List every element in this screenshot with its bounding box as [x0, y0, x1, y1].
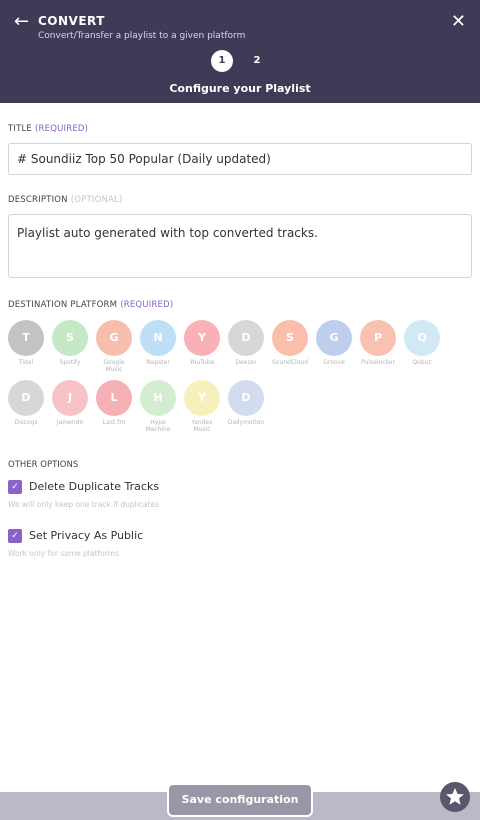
- platform-name: Napster: [146, 359, 170, 366]
- modal-title: CONVERT: [38, 14, 105, 28]
- platform-name: Groove: [323, 359, 345, 366]
- description-label-text: DESCRIPTION: [8, 195, 68, 205]
- step-indicator: 1 2: [0, 50, 480, 72]
- platform-circle: Y: [184, 320, 220, 356]
- description-textarea[interactable]: Playlist auto generated with top convert…: [8, 214, 472, 278]
- destination-label-text: DESTINATION PLATFORM: [8, 300, 118, 310]
- platform-qobuz[interactable]: Q Qobuz: [402, 320, 442, 366]
- platform-circle: H: [140, 380, 176, 416]
- delete-duplicates-checkbox[interactable]: ✓: [8, 480, 22, 494]
- other-options-label: OTHER OPTIONS: [8, 460, 79, 470]
- platform-deezer[interactable]: D Deezer: [226, 320, 266, 366]
- platform-circle: S: [52, 320, 88, 356]
- platform-yandex-music[interactable]: Y Yandex Music: [182, 380, 222, 433]
- title-label: TITLE (REQUIRED): [8, 124, 88, 134]
- star-svg: [446, 788, 464, 805]
- platform-name: Hype Machine: [145, 419, 171, 433]
- platform-circle: N: [140, 320, 176, 356]
- platform-dailymotion[interactable]: D Dailymotion: [226, 380, 266, 426]
- back-arrow-icon[interactable]: ←: [14, 12, 29, 32]
- platform-name: Pulselocker: [361, 359, 395, 366]
- close-icon[interactable]: ✕: [451, 12, 466, 32]
- platform-name: SoundCloud: [271, 359, 309, 366]
- platform-circle: G: [316, 320, 352, 356]
- star-badge-icon[interactable]: [440, 782, 470, 812]
- step-title: Configure your Playlist: [169, 82, 311, 95]
- platform-name: Jamendo: [56, 419, 84, 426]
- privacy-public-checkbox[interactable]: ✓: [8, 529, 22, 543]
- platform-name: Qobuz: [412, 359, 432, 366]
- platform-circle: Q: [404, 320, 440, 356]
- platform-discogs[interactable]: D Discogs: [6, 380, 46, 426]
- platform-circle: S: [272, 320, 308, 356]
- description-optional-tag: (OPTIONAL): [70, 195, 123, 205]
- platform-name: Yandex Music: [191, 419, 213, 433]
- platform-spotify[interactable]: S Spotify: [50, 320, 90, 366]
- privacy-public-hint: Work only for some platforms: [8, 549, 119, 558]
- platform-name: Discogs: [14, 419, 38, 426]
- platform-hype-machine[interactable]: H Hype Machine: [138, 380, 178, 433]
- platform-circle: T: [8, 320, 44, 356]
- title-label-text: TITLE: [8, 124, 32, 134]
- destination-label: DESTINATION PLATFORM (REQUIRED): [8, 300, 173, 310]
- privacy-public-label[interactable]: Set Privacy As Public: [29, 529, 143, 542]
- platform-napster[interactable]: N Napster: [138, 320, 178, 366]
- platform-name: Dailymotion: [227, 419, 265, 426]
- title-required-tag: (REQUIRED): [35, 124, 89, 134]
- step-2[interactable]: 2: [248, 50, 266, 72]
- platform-circle: L: [96, 380, 132, 416]
- platform-name: Tidal: [18, 359, 34, 366]
- platform-groove[interactable]: G Groove: [314, 320, 354, 366]
- platform-name: Last.fm: [102, 419, 126, 426]
- delete-duplicates-hint: We will only keep one track if duplicate…: [8, 500, 159, 509]
- delete-duplicates-label[interactable]: Delete Duplicate Tracks: [29, 480, 159, 493]
- platform-google-music[interactable]: G Google Music: [94, 320, 134, 373]
- platform-circle: D: [228, 380, 264, 416]
- platform-name: Deezer: [235, 359, 257, 366]
- header: ← CONVERT Convert/Transfer a playlist to…: [0, 0, 480, 103]
- platform-circle: G: [96, 320, 132, 356]
- platform-circle: D: [228, 320, 264, 356]
- platform-lastfm[interactable]: L Last.fm: [94, 380, 134, 426]
- platform-name: Google Music: [103, 359, 125, 373]
- platform-name: Spotify: [59, 359, 81, 366]
- platform-circle: Y: [184, 380, 220, 416]
- platform-tidal[interactable]: T Tidal: [6, 320, 46, 366]
- step-1[interactable]: 1: [211, 50, 233, 72]
- platform-jamendo[interactable]: J Jamendo: [50, 380, 90, 426]
- title-input[interactable]: # Soundiiz Top 50 Popular (Daily updated…: [8, 143, 472, 175]
- save-configuration-button[interactable]: Save configuration: [167, 783, 313, 817]
- platform-soundcloud[interactable]: S SoundCloud: [270, 320, 310, 366]
- description-label: DESCRIPTION (OPTIONAL): [8, 195, 122, 205]
- platform-circle: D: [8, 380, 44, 416]
- platform-youtube[interactable]: Y YouTube: [182, 320, 222, 366]
- platform-circle: P: [360, 320, 396, 356]
- platform-circle: J: [52, 380, 88, 416]
- destination-required-tag: (REQUIRED): [120, 300, 174, 310]
- modal-subtitle: Convert/Transfer a playlist to a given p…: [38, 31, 246, 41]
- platform-pulselocker[interactable]: P Pulselocker: [358, 320, 398, 366]
- platform-name: YouTube: [189, 359, 215, 366]
